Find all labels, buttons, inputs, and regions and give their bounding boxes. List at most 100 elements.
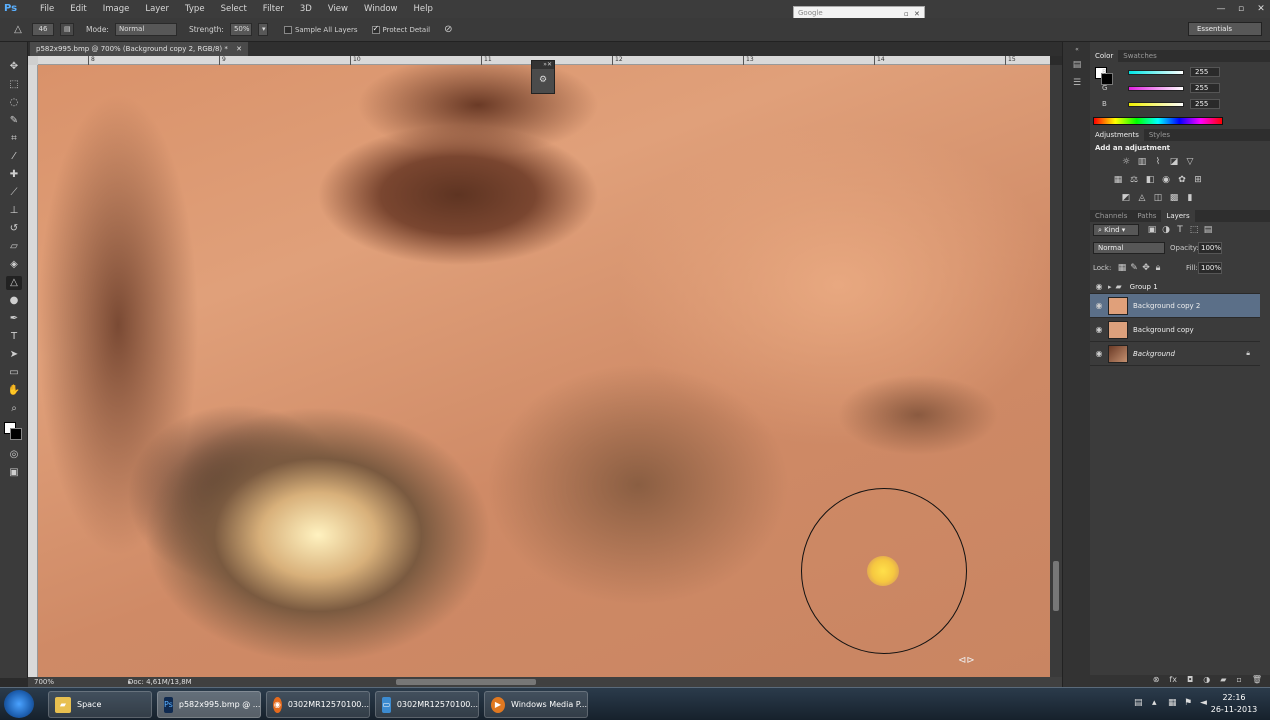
clone-stamp-tool-icon[interactable]: ⊥ — [6, 204, 22, 218]
menu-3d[interactable]: 3D — [292, 0, 320, 18]
layer-row[interactable]: ◉ Background 🔒︎ — [1090, 342, 1260, 366]
menu-window[interactable]: Window — [356, 0, 406, 18]
invert-icon[interactable]: ◩ — [1120, 192, 1132, 204]
taskbar-item-explorer[interactable]: ▰ Space — [48, 691, 152, 718]
blend-mode-select[interactable]: Normal — [1093, 242, 1165, 254]
taskbar-item-media-player[interactable]: ▶ Windows Media P... — [484, 691, 588, 718]
lock-image-icon[interactable]: ✎ — [1128, 262, 1140, 274]
menu-view[interactable]: View — [320, 0, 356, 18]
selective-color-icon[interactable]: ▩ — [1168, 192, 1180, 204]
volume-icon[interactable]: ◄ — [1200, 698, 1207, 708]
network-icon[interactable]: ▦ — [1168, 698, 1177, 708]
smudge-tool-icon[interactable]: △ — [6, 276, 22, 290]
hand-tool-icon[interactable]: ✋ — [6, 384, 22, 398]
taskbar-item-photoshop[interactable]: Ps p582x995.bmp @ ... — [157, 691, 261, 718]
restore-icon[interactable]: ▫ — [904, 8, 912, 18]
vertical-ruler[interactable] — [28, 65, 38, 677]
tab-layers[interactable]: Layers — [1161, 210, 1195, 222]
ruler-origin[interactable] — [28, 56, 38, 65]
brush-size-picker[interactable]: 46 — [32, 23, 54, 36]
sample-all-layers-checkbox[interactable]: Sample All Layers — [283, 25, 358, 34]
gradient-map-icon[interactable]: ▮ — [1184, 192, 1196, 204]
pressure-icon[interactable]: ⊘ — [444, 24, 452, 35]
opacity-input[interactable]: 100% — [1198, 242, 1222, 254]
shape-tool-icon[interactable]: ▭ — [6, 366, 22, 380]
crop-tool-icon[interactable]: ⌗ — [6, 132, 22, 146]
levels-icon[interactable]: ▥ — [1136, 156, 1148, 168]
vertical-scrollbar[interactable] — [1050, 65, 1062, 677]
menu-file[interactable]: File — [32, 0, 62, 18]
system-clock[interactable]: 22:16 26-11-2013 — [1210, 692, 1258, 716]
new-group-icon[interactable]: ▰ — [1220, 675, 1226, 687]
taskbar-item-photo-viewer[interactable]: ▭ 0302MR12570100... — [375, 691, 479, 718]
quick-mask-icon[interactable]: ◎ — [6, 448, 22, 462]
filter-type-icon[interactable]: T — [1174, 224, 1186, 236]
tray-arrow-icon[interactable]: ▴ — [1152, 698, 1157, 708]
tab-paths[interactable]: Paths — [1132, 210, 1161, 222]
menu-edit[interactable]: Edit — [62, 0, 94, 18]
fill-input[interactable]: 100% — [1198, 262, 1222, 274]
delete-layer-icon[interactable]: 🗑︎ — [1252, 675, 1262, 687]
blue-slider[interactable] — [1128, 101, 1184, 107]
collapse-icon[interactable]: »✕ — [532, 61, 554, 69]
photo-filter-icon[interactable]: ◉ — [1160, 174, 1172, 186]
posterize-icon[interactable]: ◬ — [1136, 192, 1148, 204]
screen-mode-icon[interactable]: ▣ — [6, 466, 22, 480]
color-spectrum-ramp[interactable] — [1093, 117, 1223, 125]
threshold-icon[interactable]: ◫ — [1152, 192, 1164, 204]
curves-icon[interactable]: ⌇ — [1152, 156, 1164, 168]
menu-help[interactable]: Help — [406, 0, 441, 18]
move-tool-icon[interactable]: ✥ — [6, 60, 22, 74]
flag-icon[interactable]: ⚑ — [1184, 698, 1192, 708]
brush-panel-icon[interactable]: ▤ — [60, 23, 74, 36]
zoom-tool-icon[interactable]: ⌕ — [6, 402, 22, 416]
close-icon[interactable]: ✕ — [236, 45, 242, 53]
vibrance-icon[interactable]: ▽ — [1184, 156, 1196, 168]
expand-arrow-icon[interactable]: ▸ — [1108, 283, 1112, 291]
floating-mini-panel[interactable]: »✕ ⚙ — [531, 60, 555, 94]
quick-select-tool-icon[interactable]: ✎ — [6, 114, 22, 128]
layer-style-icon[interactable]: fx — [1169, 675, 1177, 687]
eye-icon[interactable]: ◉ — [1090, 301, 1108, 310]
black-white-icon[interactable]: ◧ — [1144, 174, 1156, 186]
link-layers-icon[interactable]: ⊗ — [1153, 675, 1160, 687]
lasso-tool-icon[interactable]: ◌ — [6, 96, 22, 110]
menu-image[interactable]: Image — [95, 0, 138, 18]
tab-swatches[interactable]: Swatches — [1118, 50, 1161, 62]
hue-saturation-icon[interactable]: ▦ — [1112, 174, 1124, 186]
zoom-level[interactable]: 700% — [28, 678, 68, 686]
type-tool-icon[interactable]: T — [6, 330, 22, 344]
filter-smart-object-icon[interactable]: ▤ — [1202, 224, 1214, 236]
eraser-tool-icon[interactable]: ▱ — [6, 240, 22, 254]
history-panel-icon[interactable]: ▤ — [1071, 60, 1083, 72]
channel-mixer-icon[interactable]: ✿ — [1176, 174, 1188, 186]
menu-filter[interactable]: Filter — [255, 0, 292, 18]
taskbar-item-firefox[interactable]: ◉ 0302MR12570100... — [266, 691, 370, 718]
color-lookup-icon[interactable]: ⊞ — [1192, 174, 1204, 186]
layer-filter-select[interactable]: ⌕ Kind ▾ — [1093, 224, 1139, 236]
tab-channels[interactable]: Channels — [1090, 210, 1132, 222]
menu-select[interactable]: Select — [213, 0, 255, 18]
gradient-tool-icon[interactable]: ◈ — [6, 258, 22, 272]
start-button[interactable] — [4, 690, 34, 718]
properties-panel-icon[interactable]: ☰ — [1071, 78, 1083, 90]
checkbox-checked-icon[interactable] — [371, 24, 380, 34]
status-menu-icon[interactable]: ▸ — [128, 678, 132, 686]
exposure-icon[interactable]: ◪ — [1168, 156, 1180, 168]
protect-detail-checkbox[interactable]: Protect Detail — [371, 24, 430, 34]
menu-layer[interactable]: Layer — [137, 0, 177, 18]
eye-icon[interactable]: ◉ — [1090, 282, 1108, 291]
mode-select[interactable]: Normal — [114, 23, 177, 36]
lock-transparent-icon[interactable]: ▦ — [1116, 262, 1128, 274]
color-balance-icon[interactable]: ⚖ — [1128, 174, 1140, 186]
brush-tool-icon[interactable]: ⟋ — [6, 186, 22, 200]
collapse-icon[interactable]: « — [1071, 46, 1083, 58]
history-brush-tool-icon[interactable]: ↺ — [6, 222, 22, 236]
maximize-icon[interactable]: ▫ — [1236, 4, 1246, 14]
tool-presets-icon[interactable]: ⚙ — [536, 73, 550, 87]
image-canvas[interactable]: ⊲⊳ — [38, 65, 1050, 677]
red-value-input[interactable]: 255 — [1190, 67, 1220, 77]
layer-row-selected[interactable]: ◉ Background copy 2 — [1090, 294, 1260, 318]
minimize-icon[interactable]: — — [1216, 4, 1226, 14]
smudge-tool-icon[interactable]: △ — [10, 23, 26, 37]
